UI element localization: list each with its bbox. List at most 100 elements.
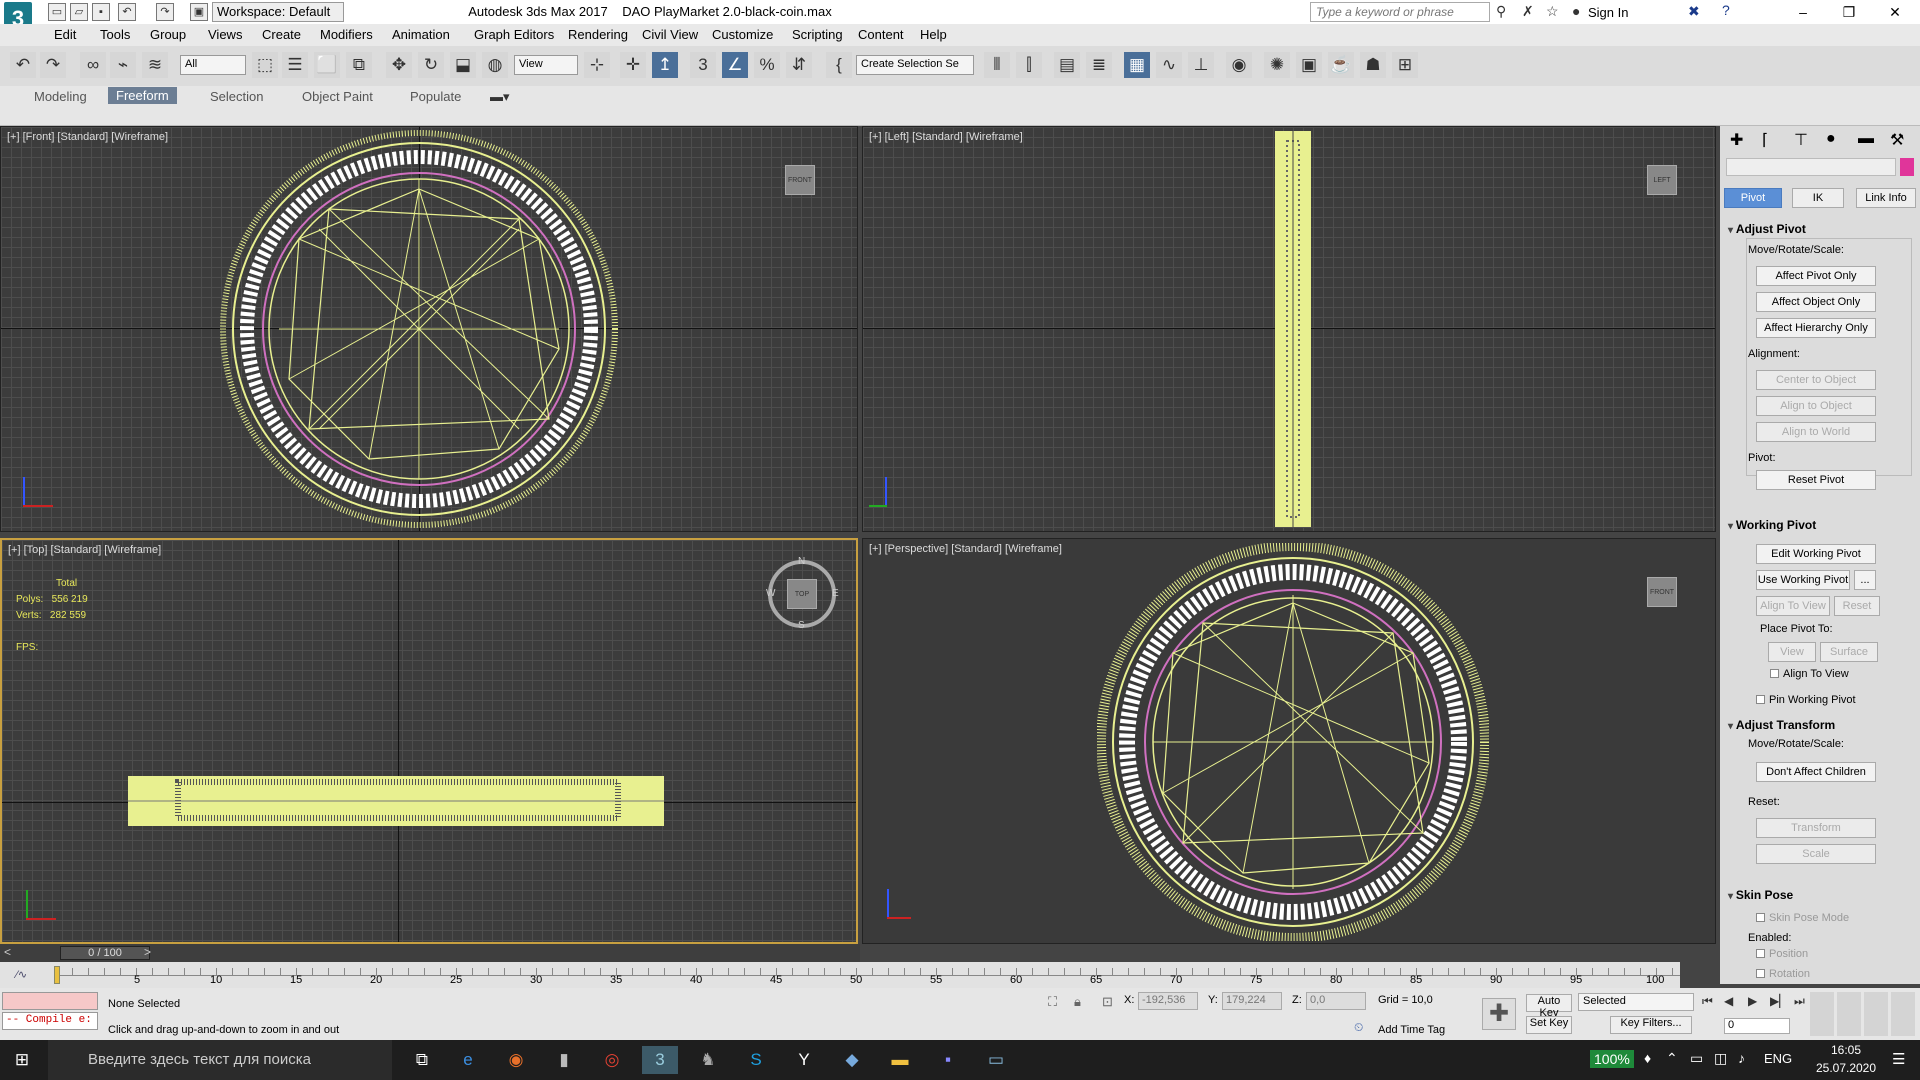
help-search-input[interactable]: Type a keyword or phrase: [1310, 2, 1490, 22]
affect-object-only-button[interactable]: Affect Object Only: [1756, 292, 1876, 312]
place-icon[interactable]: ◍: [482, 52, 508, 78]
percent-snap-icon[interactable]: %: [754, 52, 780, 78]
dont-affect-children-button[interactable]: Don't Affect Children: [1756, 762, 1876, 782]
game-app-icon[interactable]: ♞: [690, 1046, 726, 1074]
menu-views[interactable]: Views: [208, 27, 242, 42]
sign-in-link[interactable]: Sign In: [1588, 5, 1628, 20]
tab-populate[interactable]: Populate: [410, 89, 461, 104]
snaps-toggle-icon[interactable]: 3: [690, 52, 716, 78]
hierarchy-panel-icon[interactable]: ⊤: [1794, 130, 1808, 150]
taskbar-search-input[interactable]: Введите здесь текст для поиска: [48, 1040, 392, 1080]
render-iterative-icon[interactable]: ☗: [1360, 52, 1386, 78]
menu-create[interactable]: Create: [262, 27, 301, 42]
absolute-mode-icon[interactable]: ⊡: [1102, 994, 1113, 1010]
yandex-browser-icon[interactable]: Y: [786, 1046, 822, 1074]
skype-icon[interactable]: S: [738, 1046, 774, 1074]
track-bar[interactable]: ⁄∿ 5 10 15 20 25 30 35 40 45 50 55 60 65…: [0, 962, 1680, 988]
ribbon-toggle-icon[interactable]: ▦: [1124, 52, 1150, 78]
edge-browser-icon[interactable]: e: [450, 1046, 486, 1074]
viewport-perspective[interactable]: [+] [Perspective] [Standard] [Wireframe]…: [862, 538, 1716, 944]
display-panel-icon[interactable]: ▬: [1858, 130, 1874, 148]
menu-content[interactable]: Content: [858, 27, 904, 42]
isolate-selection-icon[interactable]: ⛶: [1048, 994, 1057, 1010]
select-by-name-icon[interactable]: ☰: [282, 52, 308, 78]
unlink-icon[interactable]: ⌁: [110, 52, 136, 78]
rollout-working-pivot[interactable]: Working Pivot: [1728, 518, 1816, 532]
rollout-adjust-pivot[interactable]: Adjust Pivot: [1728, 222, 1806, 236]
input-language[interactable]: ENG: [1764, 1051, 1792, 1066]
reset-scale-button[interactable]: Scale: [1756, 844, 1876, 864]
time-slider[interactable]: < 0 / 100 >: [0, 944, 860, 962]
maxscript-listener-bottom[interactable]: -- Compile e:: [2, 1012, 98, 1030]
viewcube[interactable]: FRONT: [1647, 577, 1677, 607]
help-icon[interactable]: ?: [1722, 2, 1730, 18]
curve-editor-icon[interactable]: ∿: [1156, 52, 1182, 78]
firefox-icon[interactable]: ◉: [498, 1046, 534, 1074]
viewport-label[interactable]: [+] [Perspective] [Standard] [Wireframe]: [869, 543, 1062, 555]
autodesk-x-icon[interactable]: ✖: [1688, 3, 1700, 20]
menu-tools[interactable]: Tools: [100, 27, 130, 42]
time-next-button[interactable]: >: [144, 945, 151, 959]
notes-app-icon[interactable]: ◆: [834, 1046, 870, 1074]
menu-civil-view[interactable]: Civil View: [642, 27, 698, 42]
notifications-icon[interactable]: ☰: [1892, 1050, 1905, 1068]
edit-working-pivot-button[interactable]: Edit Working Pivot: [1756, 544, 1876, 564]
reset-working-pivot-button[interactable]: Reset: [1834, 596, 1880, 616]
material-editor-icon[interactable]: ◉: [1226, 52, 1252, 78]
menu-help[interactable]: Help: [920, 27, 947, 42]
rollout-skin-pose[interactable]: Skin Pose: [1728, 888, 1793, 902]
menu-customize[interactable]: Customize: [712, 27, 773, 42]
select-scale-icon[interactable]: ⬓: [450, 52, 476, 78]
window-crossing-icon[interactable]: ⧉: [346, 52, 372, 78]
link-icon[interactable]: ∞: [80, 52, 106, 78]
add-time-tag-button[interactable]: Add Time Tag: [1378, 1024, 1445, 1036]
maxscript-listener-top[interactable]: [2, 992, 98, 1010]
clock-date[interactable]: 25.07.2020: [1808, 1061, 1884, 1075]
spinner-snap-icon[interactable]: ⇵: [786, 52, 812, 78]
render-production-icon[interactable]: ☕: [1328, 52, 1354, 78]
app-icon[interactable]: ▮: [546, 1046, 582, 1074]
bind-space-warp-icon[interactable]: ≋: [142, 52, 168, 78]
time-prev-button[interactable]: <: [4, 945, 11, 959]
next-frame-icon[interactable]: ▶▏: [1770, 994, 1788, 1008]
tab-freeform[interactable]: Freeform: [108, 87, 177, 104]
windows-start-icon[interactable]: ⊞: [4, 1046, 40, 1074]
align-icon[interactable]: ⫿: [1016, 52, 1042, 78]
reference-coordinate-dropdown[interactable]: View: [514, 55, 578, 75]
affect-hierarchy-only-button[interactable]: Affect Hierarchy Only: [1756, 318, 1876, 338]
pivot-center-icon[interactable]: ⊹: [584, 52, 610, 78]
named-selection-dropdown[interactable]: Create Selection Se: [856, 55, 974, 75]
select-object-icon[interactable]: ⬚: [252, 52, 278, 78]
reset-transform-button[interactable]: Transform: [1756, 818, 1876, 838]
tab-selection[interactable]: Selection: [210, 89, 263, 104]
viewcube[interactable]: FRONT: [785, 165, 815, 195]
time-slider-thumb[interactable]: 0 / 100: [60, 946, 150, 960]
menu-rendering[interactable]: Rendering: [568, 27, 628, 42]
menu-modifiers[interactable]: Modifiers: [320, 27, 373, 42]
menu-animation[interactable]: Animation: [392, 27, 450, 42]
clock-time[interactable]: 16:05: [1816, 1043, 1876, 1057]
tab-pivot[interactable]: Pivot: [1724, 188, 1782, 208]
affect-pivot-only-button[interactable]: Affect Pivot Only: [1756, 266, 1876, 286]
object-name-field[interactable]: [1726, 158, 1896, 176]
rectangular-selection-icon[interactable]: ⬜: [314, 52, 340, 78]
ribbon-options-icon[interactable]: ▬▾: [490, 89, 510, 105]
chrome-icon[interactable]: ◎: [594, 1046, 630, 1074]
viewport-front[interactable]: [+] [Front] [Standard] [Wireframe] FRONT: [0, 126, 858, 532]
close-button[interactable]: ✕: [1872, 0, 1918, 24]
menu-scripting[interactable]: Scripting: [792, 27, 843, 42]
microphone-icon[interactable]: ♦: [1644, 1050, 1651, 1066]
pin-working-pivot-checkbox[interactable]: Pin Working Pivot: [1756, 694, 1856, 706]
network-icon[interactable]: ◫: [1714, 1050, 1727, 1067]
rollout-adjust-transform[interactable]: Adjust Transform: [1728, 718, 1835, 732]
edit-named-selection-icon[interactable]: {: [826, 52, 852, 78]
skin-pose-mode-checkbox[interactable]: Skin Pose Mode: [1756, 912, 1849, 924]
viewport-navigation-controls[interactable]: [1810, 992, 1916, 1036]
viewport-left[interactable]: [+] [Left] [Standard] [Wireframe] LEFT: [862, 126, 1716, 532]
maximize-button[interactable]: ❐: [1826, 0, 1872, 24]
angle-snap-icon[interactable]: ∠: [722, 52, 748, 78]
select-rotate-icon[interactable]: ↻: [418, 52, 444, 78]
tab-link-info[interactable]: Link Info: [1856, 188, 1916, 208]
viewport-label[interactable]: [+] [Left] [Standard] [Wireframe]: [869, 131, 1023, 143]
modify-panel-icon[interactable]: ⌈: [1762, 130, 1768, 150]
